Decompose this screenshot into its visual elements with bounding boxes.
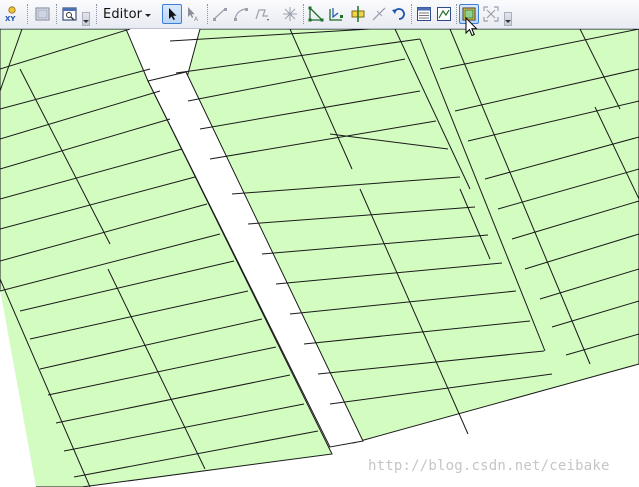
map-display[interactable]: [0, 29, 639, 487]
endpoint-arc-button[interactable]: [231, 4, 251, 24]
trace-icon: [255, 9, 269, 21]
toolbar-separator: [56, 4, 57, 24]
straight-segment-button[interactable]: [210, 4, 230, 24]
edit-vertices-button[interactable]: [306, 4, 326, 24]
straight-segment-icon: [213, 8, 227, 21]
toolbar-separator: [303, 4, 304, 24]
cut-polygons-icon: [351, 6, 365, 22]
edit-annotation-tool-button[interactable]: A: [184, 4, 204, 24]
viewer-button[interactable]: [60, 4, 80, 24]
go-to-xy-icon: XY: [5, 6, 16, 23]
trace-button[interactable]: [252, 4, 272, 24]
editor-toolbar: XY Editor A: [0, 0, 639, 29]
arcmap-window: XY Editor A http://blog.csdn.net/ceibake: [0, 0, 639, 487]
rotate-tool-button[interactable]: [389, 4, 409, 24]
edit-vertices-icon: [308, 6, 324, 22]
toolbar-separator: [411, 4, 412, 24]
toolbar-overflow-button[interactable]: [82, 12, 90, 26]
magnifier-window-icon: [35, 7, 50, 21]
reshape-feature-button[interactable]: [327, 4, 347, 24]
editor-menu-button[interactable]: Editor: [103, 5, 152, 24]
split-tool-button[interactable]: [369, 4, 389, 24]
magnifier-button[interactable]: [33, 4, 53, 24]
parcel-map-canvas[interactable]: [0, 29, 639, 487]
toolbar-separator: [27, 4, 28, 24]
split-tool-icon: [372, 7, 386, 21]
point-icon: [283, 7, 297, 21]
edit-tool-button[interactable]: [162, 4, 182, 24]
cut-polygons-button[interactable]: [348, 4, 368, 24]
go-to-xy-button[interactable]: XY: [2, 4, 22, 24]
toolbar-separator: [207, 4, 208, 24]
rotate-tool-icon: [392, 8, 405, 20]
full-extent-button[interactable]: [481, 4, 501, 24]
toolbar-separator: [96, 4, 97, 24]
edit-annotation-tool-icon: A: [188, 7, 199, 23]
full-extent-icon: [483, 6, 499, 22]
toolbar-overflow-button[interactable]: [504, 12, 512, 26]
watermark-text: http://blog.csdn.net/ceibake: [368, 458, 610, 474]
reshape-feature-icon: [329, 8, 343, 21]
editor-menu-label: Editor: [103, 7, 143, 22]
viewer-window-icon: [62, 7, 77, 21]
sketch-properties-button[interactable]: [434, 4, 454, 24]
chevron-down-icon: [145, 14, 152, 17]
toolbar-separator: [456, 4, 457, 24]
point-button[interactable]: [280, 4, 300, 24]
edit-tool-icon: [169, 8, 177, 20]
svg-text:A: A: [194, 16, 199, 23]
mouse-cursor-icon: [465, 17, 478, 37]
endpoint-arc-segment-icon: [234, 8, 248, 21]
attributes-icon: [417, 7, 431, 21]
attributes-button[interactable]: [414, 4, 434, 24]
sketch-properties-icon: [437, 7, 451, 21]
svg-text:XY: XY: [5, 15, 16, 23]
